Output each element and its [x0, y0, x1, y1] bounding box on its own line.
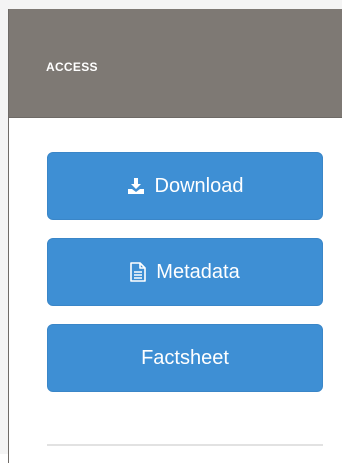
document-icon: [130, 262, 147, 282]
factsheet-button-label: Factsheet: [141, 346, 229, 369]
download-button[interactable]: Download: [47, 152, 323, 220]
factsheet-button[interactable]: Factsheet: [47, 324, 323, 392]
panel-header: ACCESS: [9, 9, 342, 118]
download-icon: [127, 177, 145, 195]
section-divider: [47, 444, 323, 446]
download-button-label: Download: [154, 174, 244, 197]
page-background: ACCESS Download Metadata Factsheet: [0, 0, 342, 463]
panel-title: ACCESS: [46, 60, 98, 74]
metadata-button-label: Metadata: [156, 260, 240, 283]
access-panel: ACCESS Download Metadata Factsheet: [8, 9, 342, 463]
metadata-button[interactable]: Metadata: [47, 238, 323, 306]
